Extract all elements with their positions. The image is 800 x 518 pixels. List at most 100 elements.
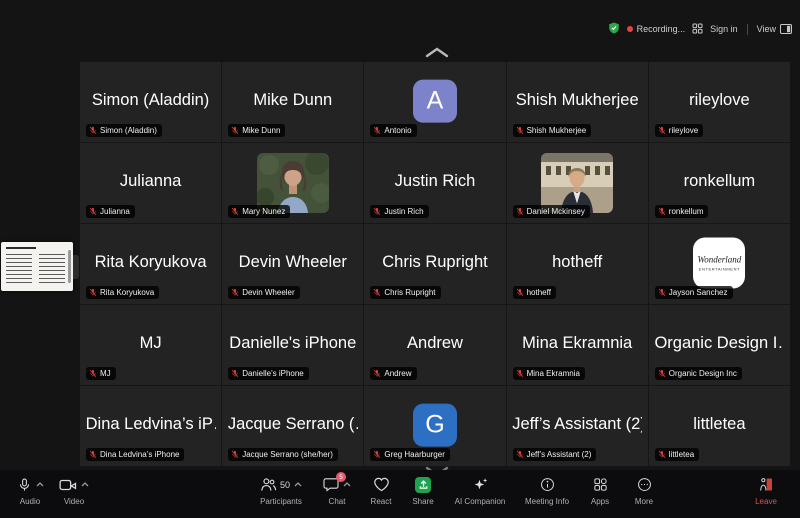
mic-muted-icon (516, 450, 524, 459)
shared-screen-thumbnail[interactable] (1, 242, 73, 291)
participant-tile[interactable]: rileyloverileylove (649, 62, 790, 142)
react-button[interactable]: React (360, 470, 402, 518)
participant-tile[interactable]: ronkellumronkellum (649, 143, 790, 223)
logo-title: Wonderland (698, 255, 742, 264)
participant-tile[interactable]: Chris RuprightChris Rupright (364, 224, 505, 304)
participants-caret-icon[interactable] (294, 482, 302, 487)
participant-tile[interactable]: Mike DunnMike Dunn (222, 62, 363, 142)
participant-tile[interactable]: Mary Nunez (222, 143, 363, 223)
participant-label: Jeff’s Assistant (2) (527, 450, 592, 459)
participant-label-pill: ronkellum (655, 205, 709, 218)
mic-muted-icon (658, 207, 666, 216)
participant-tile[interactable]: Justin RichJustin Rich (364, 143, 505, 223)
ai-companion-button[interactable]: AI Companion (444, 470, 516, 518)
participant-label-pill: Shish Mukherjee (513, 124, 592, 137)
participant-tile[interactable]: Simon (Aladdin)Simon (Aladdin) (80, 62, 221, 142)
participant-label-pill: Danielle's iPhone (228, 367, 309, 380)
view-layout-icon (780, 24, 792, 34)
participant-tile[interactable]: Jacque Serrano (…Jacque Serrano (she/her… (222, 386, 363, 466)
view-button[interactable]: View (757, 24, 792, 34)
video-button[interactable]: Video (52, 470, 96, 518)
avatar-initial: A (413, 80, 457, 123)
participants-icon (260, 476, 277, 493)
info-icon (540, 476, 555, 493)
video-options-caret-icon[interactable] (81, 482, 89, 487)
participant-label: Antonio (384, 126, 411, 135)
participant-tile[interactable]: JuliannaJulianna (80, 143, 221, 223)
participant-tile[interactable]: Shish MukherjeeShish Mukherjee (507, 62, 648, 142)
top-bar-divider (747, 24, 748, 35)
video-label: Video (64, 497, 84, 506)
security-shield-icon (608, 22, 620, 36)
participant-tile[interactable]: AAntonio (364, 62, 505, 142)
sign-in-link[interactable]: Sign in (710, 24, 738, 34)
participant-tile[interactable]: hotheff hotheff (507, 224, 648, 304)
participant-name: Mike Dunn (228, 91, 358, 110)
participant-tile[interactable]: Rita KoryukovaRita Koryukova (80, 224, 221, 304)
chat-button[interactable]: 5 Chat (314, 470, 360, 518)
participant-tile[interactable]: Daniel Mckinsey (507, 143, 648, 223)
avatar-initial: G (413, 404, 457, 447)
participants-button[interactable]: 50 Participants (248, 470, 314, 518)
mic-muted-icon (658, 288, 666, 297)
participant-tile[interactable]: Jeff’s Assistant (2) Jeff’s Assistant (2) (507, 386, 648, 466)
participant-label-pill: Dina Ledvina’s iPhone (86, 448, 184, 461)
apps-button[interactable]: Apps (578, 470, 622, 518)
participant-tile[interactable]: Dina Ledvina’s iP…Dina Ledvina’s iPhone (80, 386, 221, 466)
audio-options-caret-icon[interactable] (36, 482, 44, 487)
participant-name: Chris Rupright (370, 253, 500, 272)
leave-button[interactable]: Leave (742, 470, 790, 518)
top-bar: Recording... Sign in View (0, 0, 800, 40)
mic-muted-icon (516, 288, 524, 297)
mic-muted-icon (373, 207, 381, 216)
mic-muted-icon (658, 126, 666, 135)
mic-muted-icon (516, 126, 524, 135)
mic-muted-icon (658, 369, 666, 378)
more-button[interactable]: More (622, 470, 666, 518)
participant-label: hotheff (527, 288, 551, 297)
audio-button[interactable]: Audio (8, 470, 52, 518)
participant-label: littletea (669, 450, 694, 459)
camera-icon (59, 476, 77, 493)
participant-name: Jeff’s Assistant (2) (512, 415, 642, 434)
participant-label: Julianna (100, 207, 130, 216)
scroll-up-chevron-icon[interactable] (421, 44, 453, 60)
participant-tile[interactable]: Devin WheelerDevin Wheeler (222, 224, 363, 304)
participant-label: Organic Design Inc (669, 369, 737, 378)
participant-tile[interactable]: MJMJ (80, 305, 221, 385)
avatar-photo (257, 153, 329, 213)
chat-caret-icon[interactable] (343, 482, 351, 487)
participant-tile[interactable]: GGreg Haarburger (364, 386, 505, 466)
mic-muted-icon (89, 207, 97, 216)
mic-muted-icon (231, 369, 239, 378)
mic-muted-icon (231, 126, 239, 135)
meeting-info-label: Meeting Info (525, 497, 569, 506)
participant-tile[interactable]: Mina EkramniaMina Ekramnia (507, 305, 648, 385)
participant-name: hotheff (512, 253, 642, 272)
participant-label-pill: Mina Ekramnia (513, 367, 585, 380)
toolbar-left-group: Audio Video (8, 470, 96, 518)
recording-indicator: Recording... (627, 24, 686, 34)
gallery-grid: Simon (Aladdin)Simon (Aladdin)Mike DunnM… (80, 62, 790, 466)
top-bar-right-cluster: Recording... Sign in View (608, 22, 792, 36)
participant-tile[interactable]: littletealittletea (649, 386, 790, 466)
participant-label-pill: Justin Rich (370, 205, 428, 218)
mic-muted-icon (89, 450, 97, 459)
participants-count: 50 (280, 480, 290, 490)
mic-muted-icon (89, 288, 97, 297)
share-button[interactable]: Share (402, 470, 444, 518)
thumbnail-handle[interactable] (68, 250, 71, 283)
meeting-info-button[interactable]: Meeting Info (516, 470, 578, 518)
participant-tile[interactable]: WonderlandENTERTAINMENTJayson Sanchez (649, 224, 790, 304)
thumbnail-collapse-tab[interactable] (73, 255, 79, 279)
participant-tile[interactable]: Danielle's iPhoneDanielle's iPhone (222, 305, 363, 385)
mic-muted-icon (231, 288, 239, 297)
participant-tile[interactable]: Organic Design I…Organic Design Inc (649, 305, 790, 385)
gallery-view-icon[interactable] (692, 23, 703, 36)
mic-muted-icon (231, 207, 239, 216)
participant-label-pill: Mary Nunez (228, 205, 290, 218)
mic-muted-icon (516, 207, 524, 216)
participant-label: Devin Wheeler (242, 288, 294, 297)
participant-tile[interactable]: AndrewAndrew (364, 305, 505, 385)
apps-icon (593, 476, 608, 493)
